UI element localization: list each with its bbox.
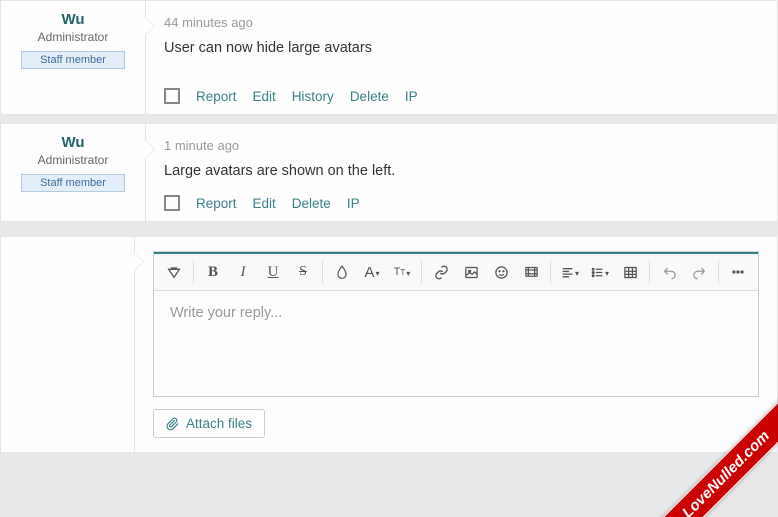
table-icon[interactable]: [616, 258, 644, 286]
edit-link[interactable]: Edit: [253, 196, 276, 211]
reply-editor-block: B I U S A▾ TT▾: [0, 236, 778, 453]
report-link[interactable]: Report: [196, 89, 237, 104]
undo-icon[interactable]: [655, 258, 683, 286]
staff-badge: Staff member: [21, 174, 125, 192]
staff-badge: Staff member: [21, 51, 125, 69]
bold-icon[interactable]: B: [199, 258, 227, 286]
attach-files-label: Attach files: [186, 416, 252, 431]
text-color-icon[interactable]: [328, 258, 356, 286]
redo-icon[interactable]: [685, 258, 713, 286]
post-body: 44 minutes ago User can now hide large a…: [146, 1, 777, 114]
post-user-block: Wu Administrator Staff member: [1, 124, 146, 221]
edit-link[interactable]: Edit: [253, 89, 276, 104]
attach-files-button[interactable]: Attach files: [153, 409, 265, 438]
editor-toolbar: B I U S A▾ TT▾: [154, 252, 758, 291]
font-family-icon[interactable]: A▾: [358, 258, 386, 286]
align-icon[interactable]: ▾: [556, 258, 584, 286]
delete-link[interactable]: Delete: [292, 196, 331, 211]
strikethrough-icon[interactable]: S: [289, 258, 317, 286]
select-checkbox[interactable]: [164, 88, 180, 104]
user-title: Administrator: [9, 30, 137, 44]
paperclip-icon: [166, 417, 180, 431]
more-icon[interactable]: [724, 258, 752, 286]
post-actions-row: Report Edit Delete IP: [164, 195, 759, 211]
reply-textarea[interactable]: Write your reply...: [154, 291, 758, 396]
editor-box: B I U S A▾ TT▾: [153, 251, 759, 397]
underline-icon[interactable]: U: [259, 258, 287, 286]
username-link[interactable]: Wu: [9, 134, 137, 151]
post: Wu Administrator Staff member 44 minutes…: [0, 0, 778, 115]
remove-format-icon[interactable]: [160, 258, 188, 286]
history-link[interactable]: History: [292, 89, 334, 104]
report-link[interactable]: Report: [196, 196, 237, 211]
editor-user-block: [1, 237, 135, 452]
post-content: Large avatars are shown on the left.: [164, 163, 759, 179]
italic-icon[interactable]: I: [229, 258, 257, 286]
post-timestamp[interactable]: 1 minute ago: [164, 138, 759, 153]
ip-link[interactable]: IP: [347, 196, 360, 211]
editor-main: B I U S A▾ TT▾: [135, 237, 777, 452]
post-actions-row: Report Edit History Delete IP: [164, 88, 759, 104]
link-icon[interactable]: [427, 258, 455, 286]
username-link[interactable]: Wu: [9, 11, 137, 28]
media-icon[interactable]: [517, 258, 545, 286]
smilie-icon[interactable]: [487, 258, 515, 286]
post-body: 1 minute ago Large avatars are shown on …: [146, 124, 777, 221]
ip-link[interactable]: IP: [405, 89, 418, 104]
delete-link[interactable]: Delete: [350, 89, 389, 104]
post-timestamp[interactable]: 44 minutes ago: [164, 15, 759, 30]
image-icon[interactable]: [457, 258, 485, 286]
post: Wu Administrator Staff member 1 minute a…: [0, 123, 778, 222]
post-content: User can now hide large avatars: [164, 40, 759, 56]
list-icon[interactable]: ▾: [586, 258, 614, 286]
font-size-icon[interactable]: TT▾: [388, 258, 416, 286]
post-user-block: Wu Administrator Staff member: [1, 1, 146, 114]
select-checkbox[interactable]: [164, 195, 180, 211]
user-title: Administrator: [9, 153, 137, 167]
